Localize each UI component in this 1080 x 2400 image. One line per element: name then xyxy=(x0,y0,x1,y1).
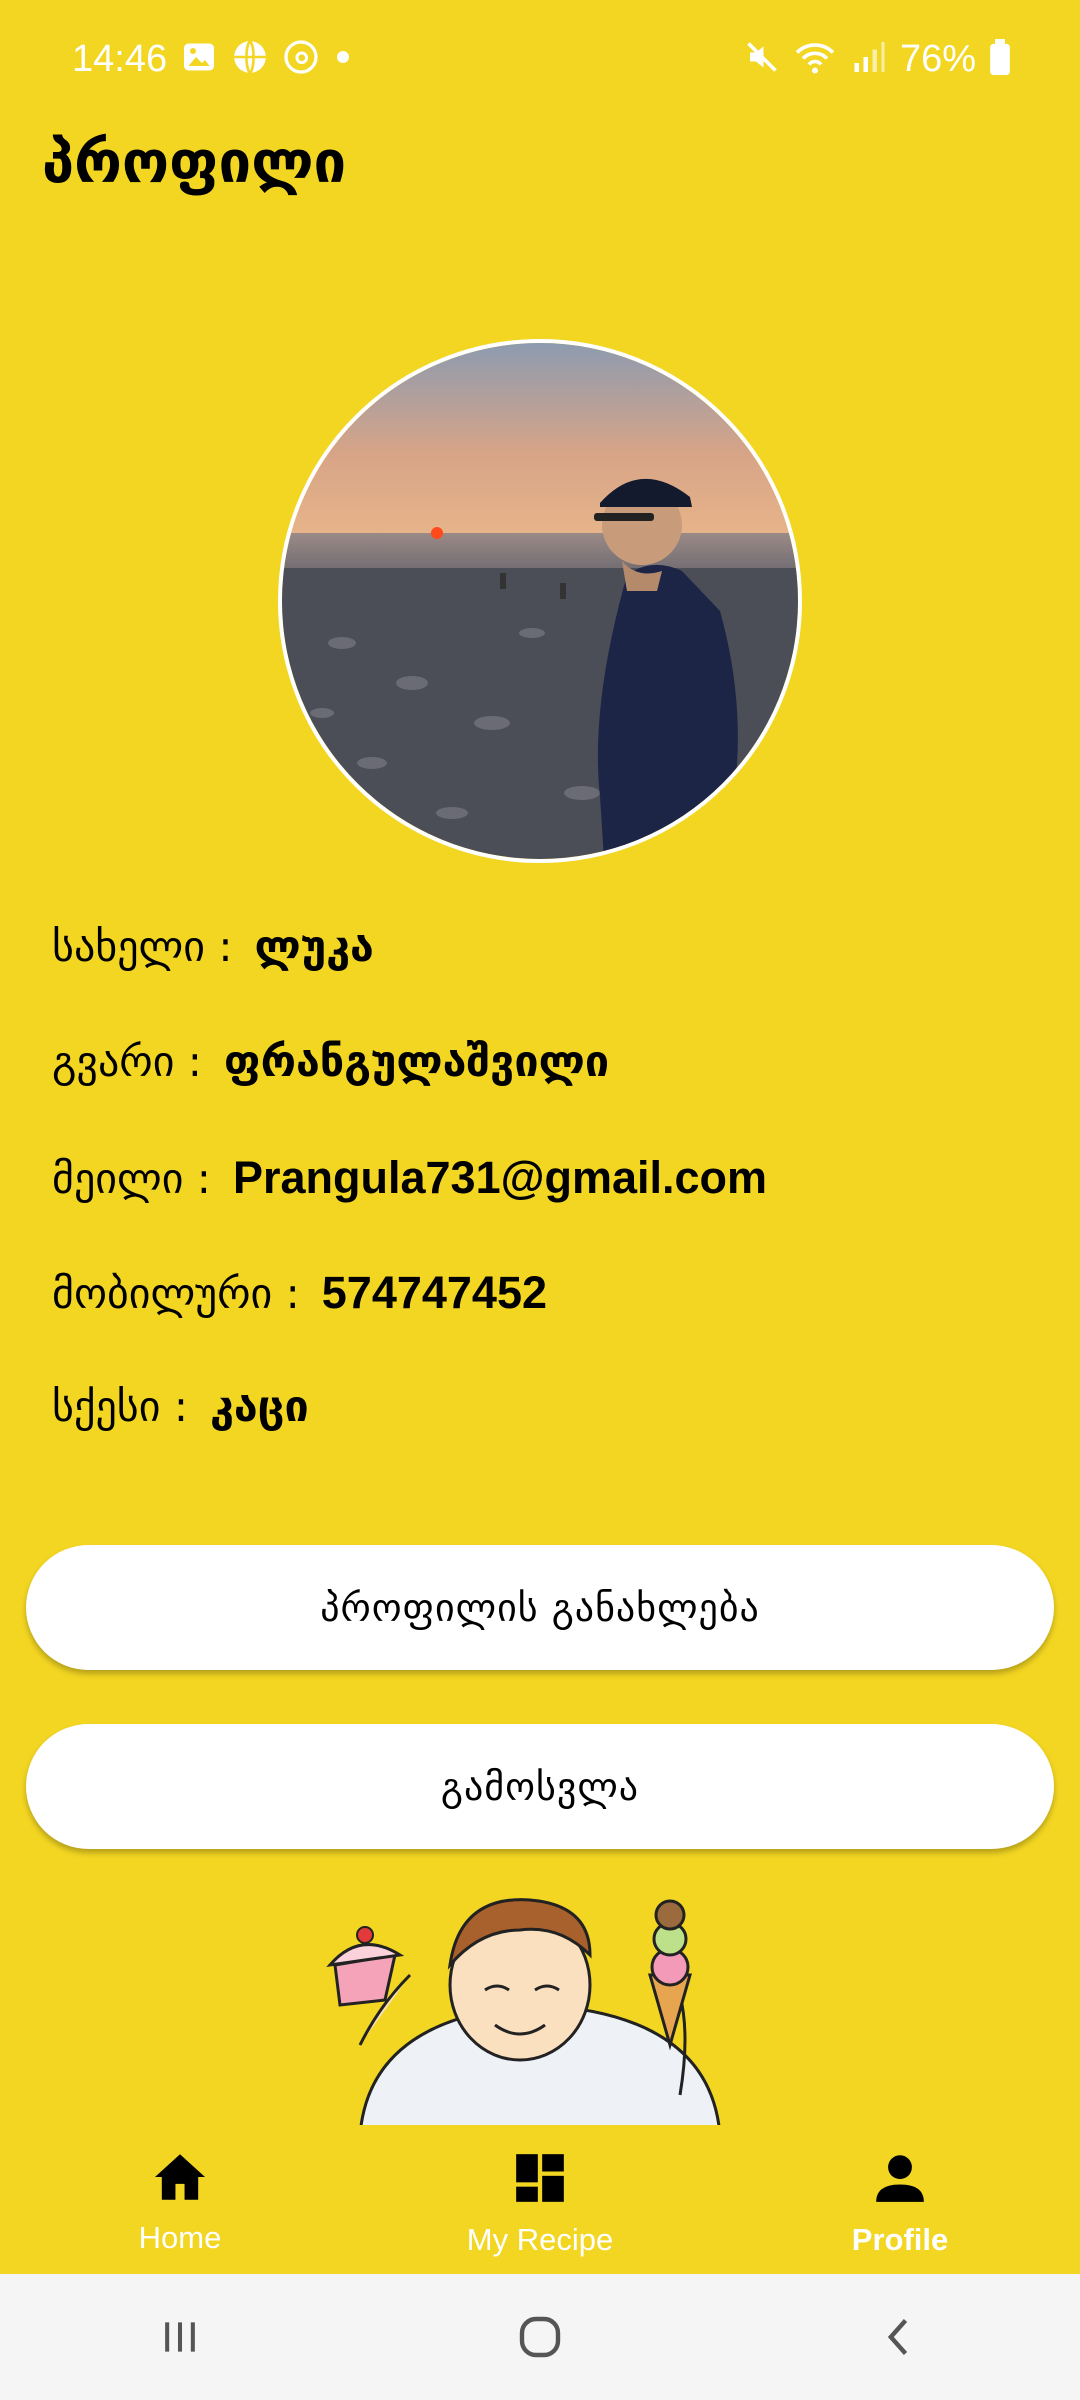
dashboard-icon xyxy=(514,2152,566,2212)
name-label: სახელი : xyxy=(52,922,233,971)
bottom-navigation: Home My Recipe Profile xyxy=(0,2126,1080,2274)
avatar-photo xyxy=(282,343,798,859)
phone-value: 574747452 xyxy=(321,1267,548,1318)
logout-button[interactable]: გამოსვლა xyxy=(26,1724,1054,1849)
avatar xyxy=(278,339,802,863)
back-button[interactable] xyxy=(840,2297,960,2377)
wifi-icon xyxy=(794,39,836,79)
recent-apps-button[interactable] xyxy=(120,2297,240,2377)
threads-icon xyxy=(283,39,319,79)
gallery-icon xyxy=(181,39,217,79)
gender-value: კაცი xyxy=(210,1382,309,1432)
phone-label: მობილური : xyxy=(52,1269,300,1318)
mute-icon xyxy=(744,39,780,79)
email-value: Prangula731@gmail.com xyxy=(232,1152,768,1203)
email-label: მეილი : xyxy=(52,1154,211,1203)
mascot-illustration xyxy=(290,1895,790,2125)
nav-item-home[interactable]: Home xyxy=(0,2126,360,2274)
recent-apps-icon xyxy=(165,2322,195,2352)
surname-value: ფრანგულაშვილი xyxy=(223,1037,610,1087)
home-circle-icon xyxy=(519,2316,561,2358)
info-row-gender: სქესი : კაცი xyxy=(52,1382,309,1432)
update-profile-button[interactable]: პროფილის განახლება xyxy=(26,1545,1054,1670)
nav-label-my-recipe: My Recipe xyxy=(466,2222,614,2257)
nav-label-profile: Profile xyxy=(851,2222,949,2257)
info-row-name: სახელი : ლუკა xyxy=(52,922,374,972)
person-icon xyxy=(874,2152,926,2212)
name-value: ლუკა xyxy=(254,922,374,972)
gender-label: სქესი : xyxy=(52,1382,188,1431)
battery-percentage: 76% xyxy=(899,37,976,80)
info-row-email: მეილი : Prangula731@gmail.com xyxy=(52,1152,767,1204)
signal-icon xyxy=(850,39,886,79)
home-icon xyxy=(152,2152,208,2210)
battery-icon xyxy=(990,39,1010,79)
info-row-phone: მობილური : 574747452 xyxy=(52,1267,547,1319)
basketball-icon xyxy=(231,38,269,80)
nav-item-my-recipe[interactable]: My Recipe xyxy=(360,2126,720,2274)
nav-label-home: Home xyxy=(138,2220,222,2255)
status-bar: 14:46 76% xyxy=(0,0,1080,118)
dot-icon xyxy=(333,47,353,71)
back-chevron-icon xyxy=(887,2319,908,2355)
nav-item-profile[interactable]: Profile xyxy=(720,2126,1080,2274)
system-navigation-bar xyxy=(0,2274,1080,2400)
info-row-surname: გვარი : ფრანგულაშვილი xyxy=(52,1037,609,1087)
page-title: პროფილი xyxy=(42,128,347,196)
surname-label: გვარი : xyxy=(52,1037,202,1086)
status-time: 14:46 xyxy=(72,37,168,80)
home-button[interactable] xyxy=(480,2297,600,2377)
